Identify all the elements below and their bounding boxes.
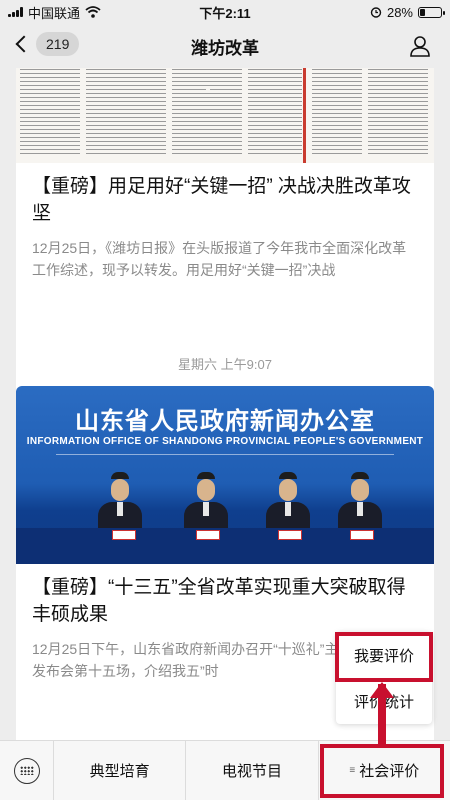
status-time: 下午2:11 xyxy=(199,5,251,21)
highlight-box xyxy=(335,632,433,682)
page-title: 潍坊改革 xyxy=(191,38,259,58)
menu-tab-label: 典型培育 xyxy=(89,763,150,780)
highlight-box xyxy=(320,744,444,798)
press-conference-photo: 山东省人民政府新闻办公室 INFORMATION OFFICE OF SHAND… xyxy=(16,386,434,564)
article-summary: 12月25日，《潍坊日报》在头版报道了今年我市全面深化改革工作综述，现予以转发。… xyxy=(32,240,407,278)
newspaper-image xyxy=(16,68,434,163)
message-timestamp: 星期六 上午9:07 xyxy=(178,357,272,372)
status-bar: 中国联通 下午2:11 28% xyxy=(0,0,450,24)
nav-bar: 219 潍坊改革 xyxy=(0,24,450,68)
article-title: 【重磅】用足用好“关键一招” 决战决胜改革攻坚 xyxy=(32,176,411,224)
menu-tab-tv-programs[interactable]: 电视节目 xyxy=(186,741,319,800)
battery-icon xyxy=(418,6,445,18)
profile-icon[interactable] xyxy=(408,34,432,58)
keyboard-toggle-button[interactable] xyxy=(0,741,54,800)
arrow-head xyxy=(370,682,394,698)
menu-tab-label: 电视节目 xyxy=(221,763,282,780)
article-title: 【重磅】“十三五”全省改革实现重大突破取得丰硕成果 xyxy=(32,577,406,625)
menu-tab-typical-cultivation[interactable]: 典型培育 xyxy=(54,741,187,800)
photo-banner-title: 山东省人民政府新闻办公室 xyxy=(75,408,375,435)
article-card[interactable]: 【重磅】用足用好“关键一招” 决战决胜改革攻坚 12月25日，《潍坊日报》在头版… xyxy=(16,68,434,398)
keyboard-icon xyxy=(13,758,40,784)
photo-banner-subtitle: INFORMATION OFFICE OF SHANDONG PROVINCIA… xyxy=(26,436,424,447)
